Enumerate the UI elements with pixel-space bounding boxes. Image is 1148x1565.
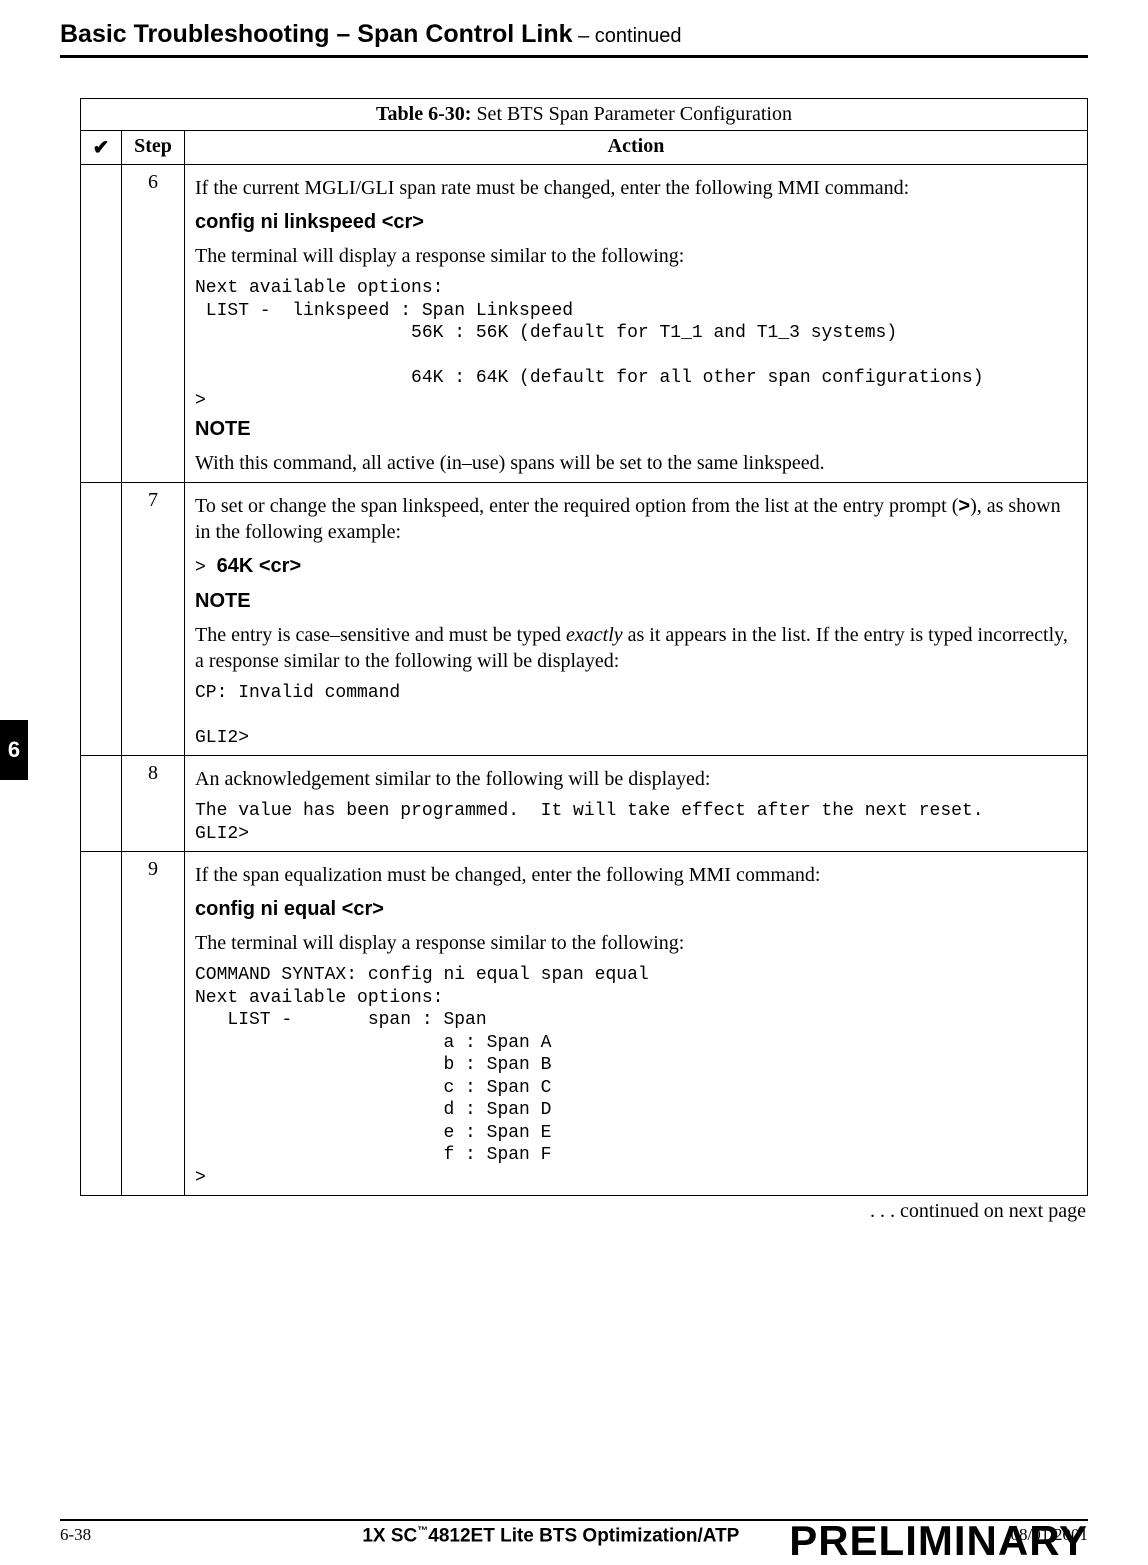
- table-title-row: Table 6-30: Set BTS Span Parameter Confi…: [81, 99, 1088, 131]
- table-title: Set BTS Span Parameter Configuration: [471, 103, 792, 125]
- terminal-output: Next available options: LIST - linkspeed…: [195, 277, 1077, 412]
- step-number: 7: [122, 483, 185, 756]
- table-row: 6 If the current MGLI/GLI span rate must…: [81, 165, 1088, 483]
- command-line: > 64K <cr>: [195, 553, 1077, 580]
- heading-continued: – continued: [573, 25, 682, 47]
- action-cell: An acknowledgement similar to the follow…: [185, 756, 1088, 852]
- table-row: 7 To set or change the span linkspeed, e…: [81, 483, 1088, 756]
- action-cell: If the span equalization must be changed…: [185, 852, 1088, 1196]
- note-text: With this command, all active (in–use) s…: [195, 450, 1077, 476]
- check-cell: [81, 756, 122, 852]
- footer-center-title: 1X SC™4812ET Lite BTS Optimization/ATP: [362, 1525, 739, 1547]
- check-cell: [81, 165, 122, 483]
- check-cell: [81, 483, 122, 756]
- terminal-output: COMMAND SYNTAX: config ni equal span equ…: [195, 964, 1077, 1189]
- column-header-action: Action: [185, 131, 1088, 165]
- continued-note: . . . continued on next page: [80, 1200, 1086, 1223]
- prompt-char: >: [958, 495, 970, 517]
- check-cell: [81, 852, 122, 1196]
- procedure-table: Table 6-30: Set BTS Span Parameter Confi…: [80, 98, 1088, 1196]
- action-cell: To set or change the span linkspeed, ent…: [185, 483, 1088, 756]
- body-text: If the current MGLI/GLI span rate must b…: [195, 175, 1077, 201]
- step-number: 6: [122, 165, 185, 483]
- terminal-output: CP: Invalid command GLI2>: [195, 682, 1077, 750]
- page-heading: Basic Troubleshooting – Span Control Lin…: [60, 20, 1088, 58]
- column-header-check: ✔: [81, 131, 122, 165]
- mmi-command: 64K <cr>: [217, 555, 302, 577]
- preliminary-watermark: PRELIMINARY: [789, 1517, 1088, 1565]
- step-number: 8: [122, 756, 185, 852]
- body-text: The terminal will display a response sim…: [195, 243, 1077, 269]
- terminal-output: The value has been programmed. It will t…: [195, 800, 1077, 845]
- note-text: The entry is case–sensitive and must be …: [195, 622, 1077, 674]
- trademark-icon: ™: [417, 1525, 428, 1537]
- body-text: The terminal will display a response sim…: [195, 930, 1077, 956]
- chapter-side-tab: 6: [0, 720, 28, 780]
- note-label: NOTE: [195, 590, 251, 612]
- page: 6 Basic Troubleshooting – Span Control L…: [0, 0, 1148, 1565]
- action-cell: If the current MGLI/GLI span rate must b…: [185, 165, 1088, 483]
- column-header-step: Step: [122, 131, 185, 165]
- body-text: To set or change the span linkspeed, ent…: [195, 493, 1077, 545]
- emphasis: exactly: [566, 624, 623, 646]
- table-row: 8 An acknowledgement similar to the foll…: [81, 756, 1088, 852]
- table-row: 9 If the span equalization must be chang…: [81, 852, 1088, 1196]
- body-text: An acknowledgement similar to the follow…: [195, 766, 1077, 792]
- page-number: 6-38: [60, 1525, 91, 1545]
- mmi-command: config ni equal <cr>: [195, 896, 1077, 922]
- table-header-row: ✔ Step Action: [81, 131, 1088, 165]
- mmi-command: config ni linkspeed <cr>: [195, 209, 1077, 235]
- heading-bold: Basic Troubleshooting – Span Control Lin…: [60, 20, 573, 48]
- body-text: If the span equalization must be changed…: [195, 862, 1077, 888]
- table-number: Table 6-30:: [376, 103, 471, 125]
- note-label: NOTE: [195, 418, 251, 440]
- step-number: 9: [122, 852, 185, 1196]
- prompt-symbol: >: [195, 558, 217, 578]
